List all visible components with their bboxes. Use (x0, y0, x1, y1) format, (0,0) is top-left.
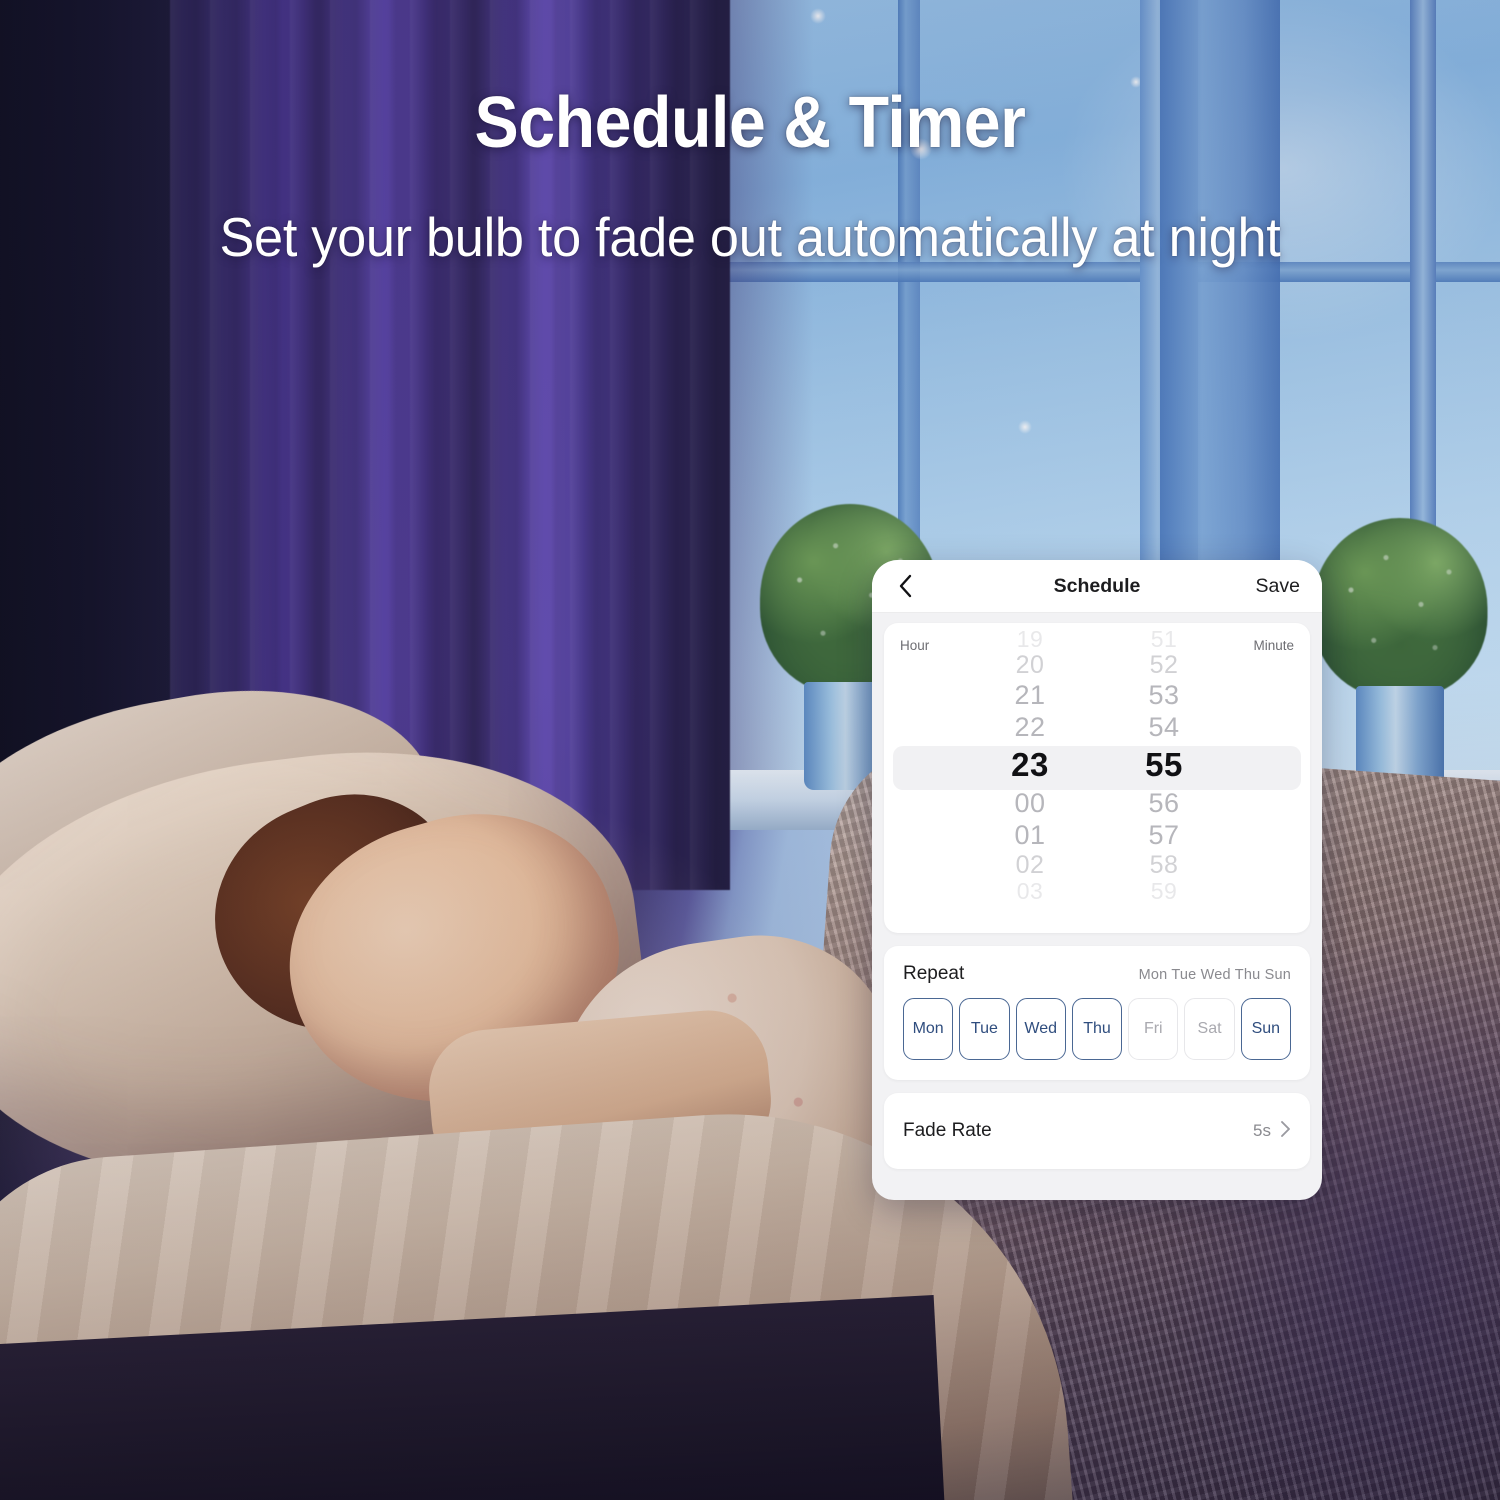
day-chip-thu[interactable]: Thu (1071, 998, 1123, 1060)
repeat-label: Repeat (903, 963, 965, 984)
panel-body: Hour Minute 19 20 21 22 23 00 01 02 03 5… (872, 613, 1322, 1181)
save-button[interactable]: Save (1256, 575, 1300, 598)
wheel-option[interactable]: 19 (988, 627, 1072, 651)
day-selector: Mon Tue Wed Thu Fri Sat Sun (903, 998, 1291, 1060)
screenshot-stage: Schedule & Timer Set your bulb to fade o… (0, 0, 1500, 1500)
chevron-right-icon (1280, 1120, 1291, 1143)
wheel-option[interactable]: 58 (1122, 851, 1206, 879)
time-picker[interactable]: Hour Minute 19 20 21 22 23 00 01 02 03 5… (884, 623, 1310, 933)
page-title: Schedule & Timer (474, 83, 1026, 163)
sparkle-icon (1018, 420, 1032, 434)
repeat-summary: Mon Tue Wed Thu Sun (1138, 967, 1291, 983)
wheel-option[interactable]: 54 (1122, 711, 1206, 743)
schedule-app-panel: Schedule Save Hour Minute 19 20 21 22 23… (872, 560, 1322, 1200)
fade-rate-value-group: 5s (1253, 1120, 1291, 1143)
wheel-option-selected[interactable]: 55 (1122, 743, 1206, 787)
fade-rate-value: 5s (1253, 1121, 1271, 1140)
picker-wheels: 19 20 21 22 23 00 01 02 03 51 52 53 54 5… (884, 623, 1310, 933)
repeat-section: Repeat Mon Tue Wed Thu Sun Mon Tue Wed T… (884, 946, 1310, 1080)
repeat-header: Repeat Mon Tue Wed Thu Sun (903, 963, 1291, 985)
wheel-option[interactable]: 52 (1122, 651, 1206, 679)
wheel-option[interactable]: 01 (988, 819, 1072, 851)
wheel-option-selected[interactable]: 23 (988, 743, 1072, 787)
wheel-option[interactable]: 59 (1122, 879, 1206, 903)
day-chip-wed[interactable]: Wed (1015, 998, 1066, 1060)
wheel-option[interactable]: 21 (988, 679, 1072, 711)
wheel-option[interactable]: 03 (988, 879, 1072, 903)
hour-wheel[interactable]: 19 20 21 22 23 00 01 02 03 (988, 627, 1072, 933)
fade-rate-label: Fade Rate (903, 1120, 992, 1141)
potted-plant-right (1310, 500, 1490, 790)
wheel-option[interactable]: 56 (1122, 787, 1206, 819)
minute-wheel[interactable]: 51 52 53 54 55 56 57 58 59 (1122, 627, 1206, 933)
chevron-left-icon[interactable] (894, 574, 916, 598)
day-chip-sun[interactable]: Sun (1240, 998, 1291, 1060)
page-title-schedule: Schedule (1053, 574, 1141, 597)
wheel-option[interactable]: 57 (1122, 819, 1206, 851)
app-navbar: Schedule Save (872, 560, 1322, 613)
wheel-option[interactable]: 00 (988, 787, 1072, 819)
day-chip-tue[interactable]: Tue (959, 998, 1010, 1060)
wheel-option[interactable]: 02 (988, 851, 1072, 879)
day-chip-sat[interactable]: Sat (1184, 998, 1235, 1060)
day-chip-fri[interactable]: Fri (1128, 998, 1179, 1060)
sparkle-icon (810, 8, 826, 24)
wheel-option[interactable]: 51 (1122, 627, 1206, 651)
page-subtitle: Set your bulb to fade out automatically … (219, 206, 1281, 268)
wheel-option[interactable]: 53 (1122, 679, 1206, 711)
wheel-option[interactable]: 22 (988, 711, 1072, 743)
wheel-option[interactable]: 20 (988, 651, 1072, 679)
plant-foliage (1312, 518, 1488, 698)
fade-rate-row[interactable]: Fade Rate 5s (884, 1093, 1310, 1169)
day-chip-mon[interactable]: Mon (903, 998, 954, 1060)
